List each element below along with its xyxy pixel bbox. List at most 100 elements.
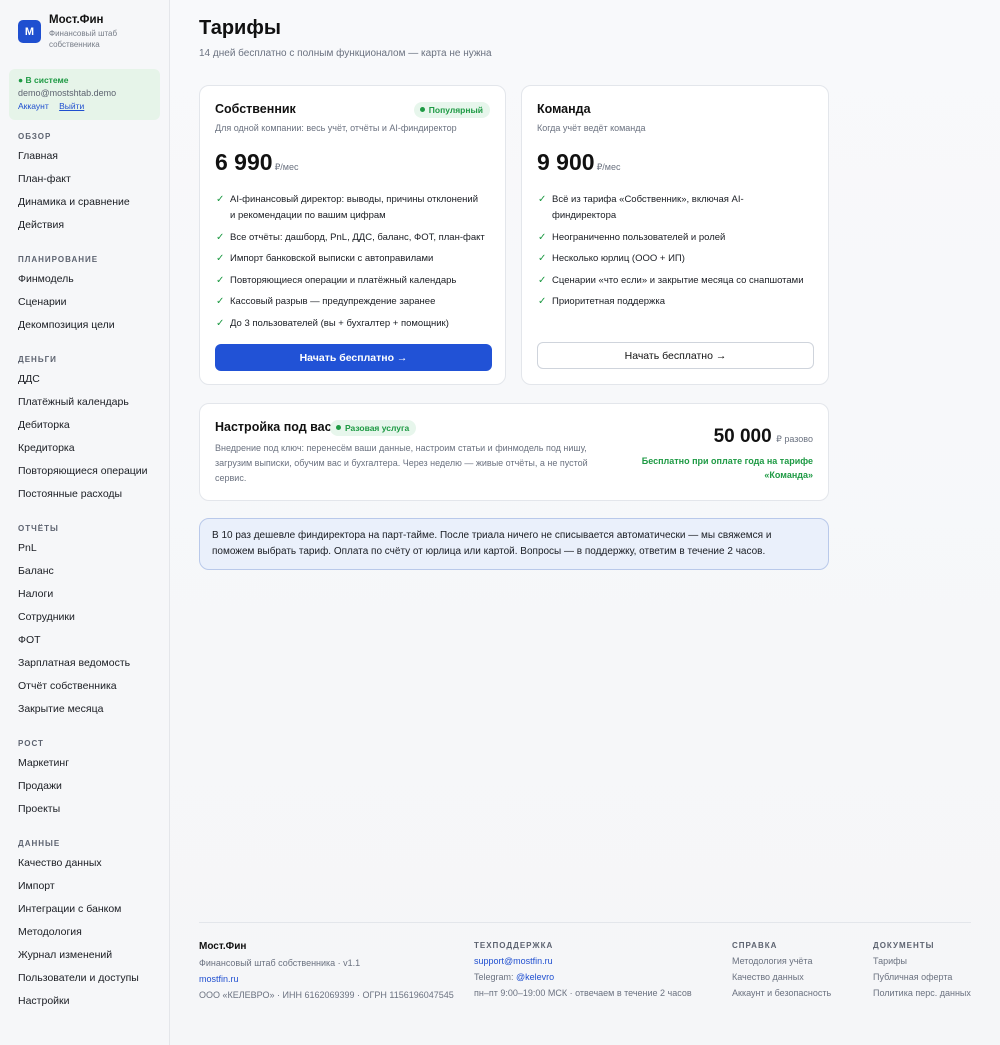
sidebar-item-home[interactable]: Главная [18, 145, 130, 168]
session-email: demo@mostshtab.demo [18, 88, 117, 98]
footer-link-account-security[interactable]: Аккаунт и безопасность [732, 988, 831, 998]
sidebar-item-taxes[interactable]: Налоги [18, 583, 130, 606]
sidebar-item-payables[interactable]: Кредиторка [18, 437, 148, 460]
main-content: Тарифы 14 дней бесплатно с полным функци… [170, 0, 1000, 1045]
nav-group-money: ДЕНЬГИ ДДС Платёжный календарь Дебиторка… [18, 355, 148, 506]
nav-group-reports: ОТЧЁТЫ PnL Баланс Налоги Сотрудники ФОТ … [18, 524, 130, 721]
sidebar-item-changelog[interactable]: Журнал изменений [18, 944, 139, 967]
sidebar-item-payroll-fund[interactable]: ФОТ [18, 629, 130, 652]
brand[interactable]: М Мост.Фин Финансовый штаб собственника [18, 14, 129, 50]
footer-heading: ДОКУМЕНТЫ [873, 941, 935, 950]
nav-heading: ОБЗОР [18, 132, 52, 141]
sidebar-item-payment-calendar[interactable]: Платёжный календарь [18, 391, 148, 414]
footer-heading: СПРАВКА [732, 941, 778, 950]
check-icon: ✓ [216, 274, 225, 286]
plan-card-owner: Собственник Популярный Для одной компани… [199, 85, 506, 385]
check-icon: ✓ [538, 194, 547, 205]
plan-title: Собственник [215, 102, 296, 116]
footer-link-offer[interactable]: Публичная оферта [873, 972, 971, 982]
sidebar-item-users-access[interactable]: Пользователи и доступы [18, 967, 139, 990]
custom-description: Внедрение под ключ: перенесём ваши данны… [215, 443, 588, 483]
feature-item: ✓ Кассовый разрыв — предупреждение заране… [215, 294, 485, 310]
sidebar-item-receivables[interactable]: Дебиторка [18, 414, 148, 437]
start-free-button-team[interactable]: Начать бесплатно → [537, 342, 814, 369]
footer-divider [199, 922, 971, 923]
footer-heading: ТЕХПОДДЕРЖКА [474, 941, 554, 950]
plan-card-team: Команда Когда учёт ведёт команда 9 900 ₽/… [521, 85, 829, 385]
sidebar-item-scenarios[interactable]: Сценарии [18, 291, 115, 314]
brand-subtitle: Финансовый штаб собственника [49, 29, 118, 49]
footer-link-privacy[interactable]: Политика перс. данных [873, 988, 971, 998]
popular-badge: Популярный [413, 102, 490, 118]
sidebar-item-month-close[interactable]: Закрытие месяца [18, 698, 130, 721]
sidebar-item-projects[interactable]: Проекты [18, 798, 69, 821]
sidebar-item-employees[interactable]: Сотрудники [18, 606, 130, 629]
check-icon: ✓ [216, 194, 225, 205]
sidebar-item-goal-decomposition[interactable]: Декомпозиция цели [18, 314, 115, 337]
sidebar-item-methodology[interactable]: Методология [18, 921, 139, 944]
sidebar-item-recurring[interactable]: Повторяющиеся операции [18, 460, 148, 483]
feature-item: ✓ Импорт банковской выписки с автоправила… [215, 251, 485, 267]
sidebar-item-balance[interactable]: Баланс [18, 560, 130, 583]
support-telegram: Telegram: @kelevro [474, 972, 555, 982]
one-time-badge: Разовая услуга [330, 420, 417, 436]
feature-item: ✓ Все отчёты: дашборд, PnL, ДДС, баланс, … [215, 230, 485, 246]
badge-dot-icon [336, 425, 341, 431]
sidebar-item-plan-fact[interactable]: План-факт [18, 168, 130, 191]
info-banner: В 10 раз дешевле финдиректора на парт-та… [199, 518, 829, 570]
sidebar-item-finmodel[interactable]: Финмодель [18, 268, 115, 291]
sidebar-item-sales[interactable]: Продажи [18, 775, 69, 798]
check-icon: ✓ [216, 231, 225, 243]
sidebar-item-dds[interactable]: ДДС [18, 368, 148, 391]
sidebar-item-fixed-costs[interactable]: Постоянные расходы [18, 483, 148, 506]
check-icon: ✓ [538, 274, 547, 286]
feature-item: ✓ AI-финансовый директор: выводы, причины… [216, 194, 479, 221]
custom-price-unit: ₽ разово [776, 434, 813, 444]
price-value: 6 990 [215, 149, 273, 175]
nav-heading: ПЛАНИРОВАНИЕ [18, 255, 99, 264]
plan-title: Команда [537, 102, 591, 116]
footer-support: ТЕХПОДДЕРЖКА support@mostfin.ru Telegram… [474, 941, 692, 998]
footer-company: Мост.Фин Финансовый штаб собственника · … [199, 941, 454, 1000]
custom-price: 50 000 ₽ разово [714, 426, 813, 448]
footer-link-data-quality[interactable]: Качество данных [732, 972, 831, 982]
support-email-link[interactable]: support@mostfin.ru [474, 956, 692, 966]
feature-item: ✓ До 3 пользователей (вы + бухгалтер + по… [215, 316, 485, 332]
sidebar-item-import[interactable]: Импорт [18, 875, 139, 898]
sidebar-item-owner-report[interactable]: Отчёт собственника [18, 675, 130, 698]
start-free-button-owner[interactable]: Начать бесплатно → [215, 344, 492, 371]
feature-item: ✓ Несколько юрлиц (ООО + ИП) [537, 251, 807, 267]
nav-group-data: ДАННЫЕ Качество данных Импорт Интеграции… [18, 839, 139, 1013]
nav-heading: ДАННЫЕ [18, 839, 61, 848]
sidebar-item-payroll-sheet[interactable]: Зарплатная ведомость [18, 652, 130, 675]
account-link[interactable]: Аккаунт [18, 101, 49, 111]
price-unit: ₽/мес [596, 162, 621, 172]
session-panel: ● В системе demo@mostshtab.demo Аккаунт … [9, 69, 160, 120]
sidebar-item-settings[interactable]: Настройки [18, 990, 139, 1013]
footer-link-tariffs[interactable]: Тарифы [873, 956, 971, 966]
feature-item: ✓ Неограниченно пользователей и ролей [537, 230, 807, 246]
sidebar-item-marketing[interactable]: Маркетинг [18, 752, 69, 775]
sidebar-item-bank-integrations[interactable]: Интеграции с банком [18, 898, 139, 921]
sidebar-item-actions[interactable]: Действия [18, 214, 130, 237]
telegram-link[interactable]: @kelevro [516, 972, 554, 982]
page-title: Тарифы [199, 17, 281, 39]
sidebar-item-pnl[interactable]: PnL [18, 537, 130, 560]
nav-group-overview: ОБЗОР Главная План-факт Динамика и сравн… [18, 132, 130, 237]
feature-item: ✓ Сценарии «что если» и закрытие месяца с… [537, 273, 807, 289]
sidebar-item-data-quality[interactable]: Качество данных [18, 852, 139, 875]
sidebar-item-dynamics[interactable]: Динамика и сравнение [18, 191, 130, 214]
logout-link[interactable]: Выйти [59, 101, 84, 111]
session-status: ● В системе [18, 75, 69, 85]
footer-site-link[interactable]: mostfin.ru [199, 974, 454, 984]
custom-setup-card: Настройка под вас Разовая услуга Внедрен… [199, 403, 829, 501]
check-icon: ✓ [538, 296, 547, 307]
plan-description: Для одной компании: весь учёт, отчёты и … [215, 123, 457, 133]
feature-list: ✓ AI-финансовый директор: выводы, причины… [215, 192, 485, 337]
page-subtitle: 14 дней бесплатно с полным функционалом … [199, 48, 492, 59]
plan-description: Когда учёт ведёт команда [537, 123, 646, 133]
nav-heading: ОТЧЁТЫ [18, 524, 59, 533]
nav-group-planning: ПЛАНИРОВАНИЕ Финмодель Сценарии Декомпоз… [18, 255, 115, 337]
footer-link-methodology[interactable]: Методология учёта [732, 956, 831, 966]
check-icon: ✓ [216, 296, 225, 307]
